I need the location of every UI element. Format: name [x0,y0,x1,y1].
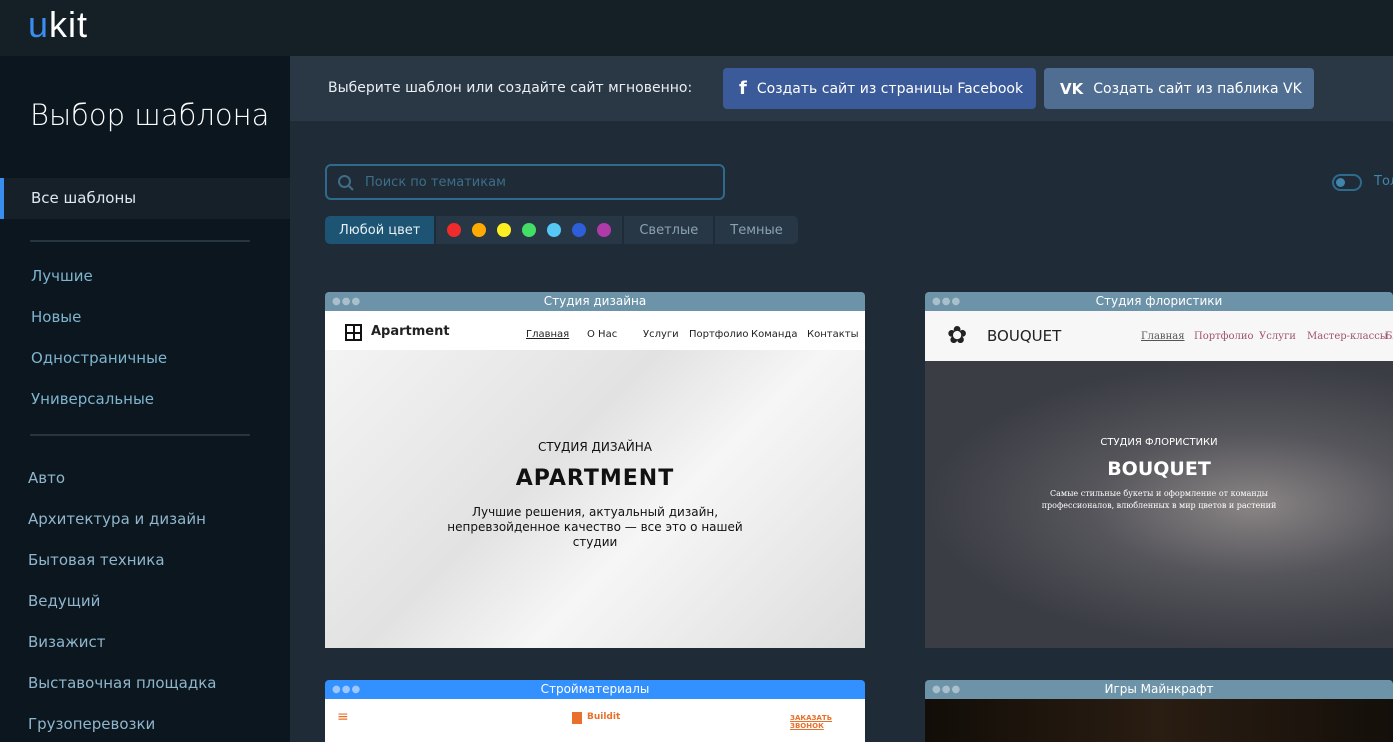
divider [30,240,250,242]
sidebar-item-onepage[interactable]: Одностраничные [31,349,167,367]
preview-nav: ≡ Buildit ЗАКАЗАТЬ ЗВОНОК [325,699,865,742]
top-bar: ukit [0,0,1393,56]
grid-logo-icon [345,324,362,341]
filter-light[interactable]: Светлые [624,216,714,244]
preview-nav: ✿ BOUQUET Главная Портфолио Услуги Масте… [925,311,1393,361]
facebook-icon: f [739,78,747,99]
sidebar-category[interactable]: Ведущий [28,592,100,610]
color-swatch[interactable] [447,223,462,237]
search-placeholder: Поиск по тематикам [365,175,506,190]
page-title: Выбор шаблона [30,98,270,132]
template-card[interactable]: ●●● Студия флористики ✿ BOUQUET Главная П… [925,292,1393,648]
preview-hero [925,699,1393,742]
sidebar-item-universal[interactable]: Универсальные [31,390,154,408]
quick-create-banner: Выберите шаблон или создайте сайт мгнове… [290,56,1393,121]
sidebar: Выбор шаблона Все шаблоны Лучшие Новые О… [0,56,290,742]
color-filters: Любой цвет Светлые Темные [325,216,798,244]
facebook-create-button[interactable]: f Создать сайт из страницы Facebook [723,68,1036,109]
preview-hero: СТУДИЯ ДИЗАЙНА APARTMENT Лучшие решения,… [325,350,865,648]
template-card[interactable]: ●●● Стройматериалы ≡ Buildit ЗАКАЗАТЬ ЗВО… [325,680,865,742]
menu-icon: ≡ [337,709,349,725]
search-input[interactable]: Поиск по тематикам [325,164,725,200]
color-swatches [436,216,623,244]
filter-dark[interactable]: Темные [715,216,798,244]
color-swatch[interactable] [497,223,512,237]
card-title-bar: ●●● Студия дизайна [325,292,865,311]
color-swatch[interactable] [472,223,487,237]
toggle-label: Тол [1374,174,1393,189]
filter-any-color[interactable]: Любой цвет [325,216,435,244]
color-swatch[interactable] [572,223,587,237]
sidebar-item-new[interactable]: Новые [31,308,81,326]
sidebar-category[interactable]: Визажист [28,633,105,651]
template-card[interactable]: ●●● Игры Майнкрафт [925,680,1393,742]
color-swatch[interactable] [522,223,537,237]
sidebar-category[interactable]: Архитектура и дизайн [28,510,206,528]
vk-create-button[interactable]: VK Создать сайт из паблика VK [1044,68,1314,109]
sidebar-item-best[interactable]: Лучшие [31,267,93,285]
sidebar-item-all[interactable]: Все шаблоны [0,178,290,219]
sidebar-category[interactable]: Выставочная площадка [28,674,217,692]
vk-icon: VK [1060,79,1084,98]
ukit-logo[interactable]: ukit [28,4,88,46]
banner-text: Выберите шаблон или создайте сайт мгнове… [328,80,693,96]
color-swatch[interactable] [597,223,612,237]
card-title-bar: ●●● Студия флористики [925,292,1393,311]
divider [30,434,250,436]
sidebar-category[interactable]: Авто [28,469,65,487]
search-icon [338,175,354,191]
card-title-bar: ●●● Стройматериалы [325,680,865,699]
toggle-switch[interactable] [1332,174,1362,191]
preview-nav: Apartment Главная О Нас Услуги Портфолио… [325,311,865,350]
sidebar-category[interactable]: Грузоперевозки [28,715,155,733]
template-card[interactable]: ●●● Студия дизайна Apartment Главная О На… [325,292,865,648]
buildit-logo-icon [572,712,582,724]
sidebar-category[interactable]: Бытовая техника [28,551,165,569]
card-title-bar: ●●● Игры Майнкрафт [925,680,1393,699]
bouquet-logo-icon: ✿ [947,321,968,349]
color-swatch[interactable] [547,223,562,237]
preview-hero: СТУДИЯ ФЛОРИСТИКИ BOUQUET Самые стильные… [925,361,1393,648]
